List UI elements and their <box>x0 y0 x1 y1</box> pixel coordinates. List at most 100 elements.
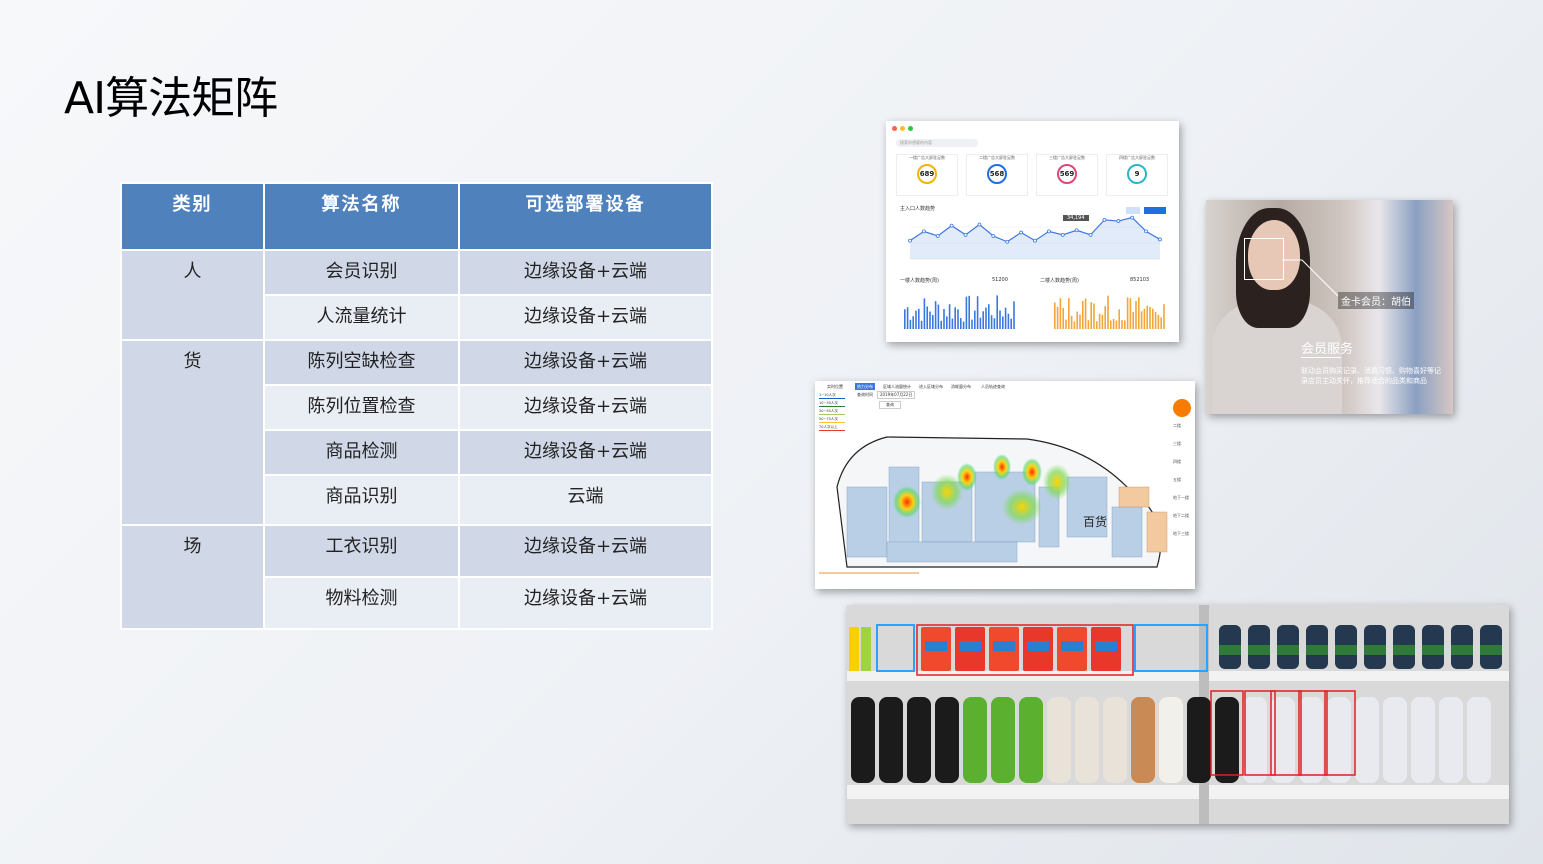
bar <box>1104 306 1106 329</box>
bar <box>929 311 931 329</box>
bar <box>915 310 917 329</box>
floor-plan-map <box>836 436 1168 568</box>
bar <box>965 296 968 329</box>
algorithm-cell: 工衣识别 <box>263 524 460 578</box>
filter-button[interactable] <box>1144 207 1166 214</box>
bottle <box>1327 697 1351 783</box>
member-title: 会员服务 <box>1301 342 1354 357</box>
bottle-label <box>1451 645 1473 655</box>
trend-point <box>908 238 912 243</box>
kpi-value: 689 <box>917 164 937 184</box>
bar <box>993 318 996 329</box>
bar <box>918 308 920 329</box>
bottle-label <box>1335 645 1357 655</box>
floor-item[interactable]: 地下一楼 <box>1173 495 1189 501</box>
bar <box>996 295 998 329</box>
shelf-scene <box>847 605 1509 824</box>
bar <box>1093 303 1095 329</box>
kpi-label: 一楼广告大屏驻足数 <box>909 155 945 160</box>
traffic-dashboard-screenshot: 搜索你想要的内容 一楼广告大屏驻足数 689 二楼广告大屏驻足数 568 三楼广… <box>886 121 1179 342</box>
bottle-label <box>1306 645 1328 655</box>
algorithm-cell: 商品识别 <box>263 474 460 526</box>
floor-item[interactable]: 五楼 <box>1173 477 1181 483</box>
bottle <box>991 697 1015 783</box>
floor2-total: 852103 <box>1130 277 1150 283</box>
floor-item[interactable]: 地下三楼 <box>1173 531 1189 537</box>
tab-trajectory[interactable]: 人员轨迹查询 <box>979 383 1007 390</box>
floor-item[interactable]: 三楼 <box>1173 441 1181 447</box>
bar <box>1152 308 1154 329</box>
tab-consumption[interactable]: 消耗量分布 <box>949 383 973 390</box>
legend-item: 1~10人次 <box>819 393 845 399</box>
floor-item[interactable]: 二楼 <box>1173 423 1181 429</box>
product-label <box>1061 641 1083 651</box>
tab-entry[interactable]: 进入区域分布 <box>917 383 945 390</box>
algorithm-cell: 商品检测 <box>263 429 460 476</box>
bar <box>971 319 973 329</box>
trend-point <box>1088 232 1093 237</box>
floor-item[interactable]: 四楼 <box>1173 459 1181 465</box>
table-row: 人 会员识别 边缘设备+云端 <box>120 249 713 341</box>
bottle <box>1383 697 1407 783</box>
kpi-value: 9 <box>1127 164 1147 184</box>
bar <box>909 319 912 329</box>
dashboard-search-input: 搜索你想要的内容 <box>896 139 978 147</box>
bar <box>937 304 940 329</box>
bar <box>1007 313 1010 329</box>
device-cell: 边缘设备+云端 <box>458 429 713 476</box>
algorithm-matrix-table: 类别 算法名称 可选部署设备 人 会员识别 边缘设备+云端 人流量统计 边缘设备… <box>120 182 713 630</box>
algorithm-cell: 物料检测 <box>263 576 460 630</box>
trend-point <box>1130 215 1135 220</box>
trend-line-chart <box>908 215 1162 260</box>
header-category: 类别 <box>120 182 265 251</box>
header-algorithm: 算法名称 <box>263 182 460 251</box>
trend-point <box>1019 230 1024 235</box>
tab-area-flow[interactable]: 区域人流量统计 <box>881 383 913 390</box>
toggle-button[interactable] <box>1126 207 1140 214</box>
trend-point <box>1033 238 1037 243</box>
tab-heat[interactable]: 热力分布 <box>855 383 875 390</box>
legend-item: 10~30人次 <box>819 401 845 407</box>
locate-button[interactable] <box>1173 399 1191 417</box>
bar <box>976 296 979 329</box>
table-header-row: 类别 算法名称 可选部署设备 <box>120 182 713 251</box>
timeline-slider[interactable] <box>819 572 919 574</box>
bottle <box>907 697 931 783</box>
algorithm-cell: 会员识别 <box>263 249 460 296</box>
trend-point <box>1158 237 1162 242</box>
bar <box>1076 311 1078 329</box>
bar <box>1070 315 1073 329</box>
trend-point <box>1102 218 1107 222</box>
bottle <box>1215 697 1239 783</box>
trend-point <box>991 234 996 238</box>
bar <box>999 310 1001 329</box>
bottle <box>935 697 959 783</box>
floor2-title: 二楼人数趋势(周) <box>1040 278 1079 284</box>
legend-item: 50~70人次 <box>819 417 845 423</box>
bar <box>1062 308 1064 329</box>
algorithm-cell: 陈列位置检查 <box>263 384 460 431</box>
connector-line <box>1282 259 1339 297</box>
floor-item[interactable]: 地下二楼 <box>1173 513 1189 519</box>
bottle <box>1159 697 1183 783</box>
floor1-bar-chart <box>904 295 1015 329</box>
tab-realtime[interactable]: 实时位置 <box>825 383 845 390</box>
member-description: 联动会员购买记录、消费习惯、购物喜好等记录店员主动关怀，推荐适合的品类和商品 <box>1301 367 1441 385</box>
device-cell: 边缘设备+云端 <box>458 294 713 341</box>
bottle-label <box>1393 645 1415 655</box>
bar <box>1118 309 1120 329</box>
kpi-value: 569 <box>1057 164 1077 184</box>
bar <box>1112 318 1115 329</box>
kpi-card: 一楼广告大屏驻足数 689 <box>896 154 958 196</box>
date-input[interactable]: 2019年07月22日 <box>877 391 916 399</box>
query-button[interactable]: 查询 <box>879 401 901 409</box>
bar <box>1004 307 1007 329</box>
bottle <box>1355 697 1379 783</box>
table-row: 货 陈列空缺检查 边缘设备+云端 <box>120 339 713 526</box>
device-cell: 边缘设备+云端 <box>458 524 713 578</box>
bar <box>1059 298 1062 329</box>
kpi-card: 三楼广告大屏驻足数 569 <box>1036 154 1098 196</box>
category-cell: 人 <box>120 249 265 341</box>
kpi-value: 568 <box>987 164 1007 184</box>
trend-point <box>1046 229 1051 234</box>
